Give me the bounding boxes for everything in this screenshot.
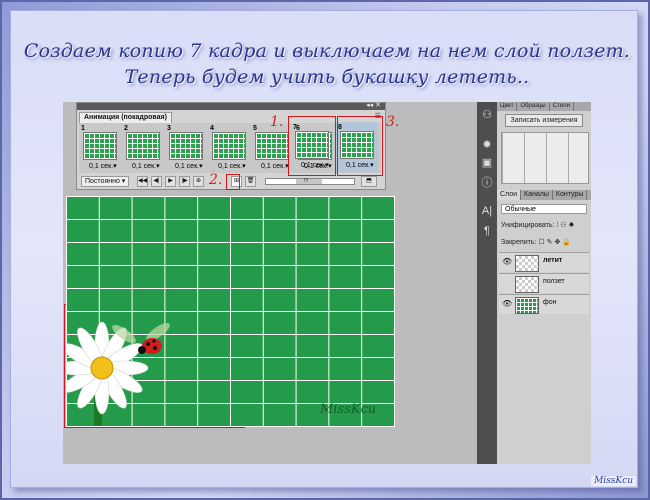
frame-number: 4 xyxy=(210,125,214,132)
animation-frame[interactable]: 5 0,1 сек.▾ xyxy=(251,123,293,173)
top-panel-tabs: Цвет Образцы Стили xyxy=(497,102,591,111)
frame-duration[interactable]: 0,1 сек.▾ xyxy=(175,162,203,170)
blend-mode-select[interactable]: Обычные xyxy=(501,204,587,214)
layer-thumbnail xyxy=(515,297,539,314)
unify-text: Унифицировать: xyxy=(501,222,555,229)
animation-frame[interactable]: 2 0,1 сек.▾ xyxy=(122,123,164,173)
animation-frame[interactable]: 1 0,1 сек.▾ xyxy=(79,123,121,173)
layer-name[interactable]: летит xyxy=(543,257,562,264)
frame-number: 3 xyxy=(167,125,171,132)
highlight-frame-7 xyxy=(288,116,336,176)
animation-frame[interactable]: 4 0,1 сек.▾ xyxy=(208,123,250,173)
unify-icons[interactable]: ⁞ ⚇ ✸ xyxy=(556,222,574,229)
tab-animation[interactable]: Анимация (покадровая) xyxy=(79,112,172,123)
loop-select[interactable]: Постоянно ▾ xyxy=(81,176,130,187)
visibility-eye-icon[interactable]: 👁 xyxy=(502,299,512,308)
visibility-eye-icon[interactable]: 👁 xyxy=(502,257,512,266)
frame-duration[interactable]: 0,1 сек.▾ xyxy=(218,162,246,170)
layer-thumbnail xyxy=(515,276,539,293)
step-marker-1: 1. xyxy=(270,114,284,130)
frame-number: 5 xyxy=(253,125,257,132)
layer-row[interactable]: 👁 фон xyxy=(499,294,589,314)
layer-row[interactable]: 👁 летит xyxy=(499,252,589,272)
frame-number: 2 xyxy=(124,125,128,132)
lock-label: Закрепить: ☐ ✎ ✥ 🔒 xyxy=(501,238,571,246)
step-marker-2: 2. xyxy=(209,172,223,188)
previous-frame-button[interactable]: ◀| xyxy=(151,176,162,187)
frame-thumbnail xyxy=(255,132,289,160)
unify-label: Унифицировать: ⁞ ⚇ ✸ xyxy=(501,221,574,229)
tab-color[interactable]: Цвет xyxy=(497,102,518,111)
tween-button[interactable]: ⊕ xyxy=(193,176,204,187)
highlight-duplicate-button xyxy=(226,174,240,190)
scroll-thumb[interactable]: !!! xyxy=(296,178,322,184)
info-icon[interactable]: ⚇ xyxy=(480,108,494,122)
author-signature: MissKcu xyxy=(591,476,636,486)
canvas-watermark: MissKcu xyxy=(320,402,377,417)
panel-collapse-icon[interactable]: ◂◂ ✕ xyxy=(366,101,381,109)
tutorial-frame: Создаем копию 7 кадра и выключаем на нем… xyxy=(0,0,650,500)
frame-duration[interactable]: 0,1 сек.▾ xyxy=(261,162,289,170)
tab-layers[interactable]: Слои xyxy=(497,190,522,200)
frame-number: 1 xyxy=(81,125,85,132)
play-button[interactable]: ▶ xyxy=(165,176,176,187)
next-frame-button[interactable]: |▶ xyxy=(179,176,190,187)
daisy-ladybug-illustration xyxy=(66,321,170,426)
paragraph-icon[interactable]: ¶ xyxy=(480,224,494,238)
layer-panel-tabs: Слои Каналы Контуры xyxy=(497,190,591,200)
headline-line-1: Создаем копию 7 кадра и выключаем на нем… xyxy=(23,40,631,62)
tool-strip: ⚇ ✸ ▣ ⓘ A| ¶ xyxy=(477,102,497,464)
headline-line-2: Теперь будем учить букашку лететь.. xyxy=(124,66,530,88)
frame-duration[interactable]: 0,1 сек.▾ xyxy=(132,162,160,170)
frame-thumbnail xyxy=(169,132,203,160)
tab-styles[interactable]: Стили xyxy=(550,102,574,111)
first-frame-button[interactable]: ◀◀ xyxy=(137,176,148,187)
lock-icons[interactable]: ☐ ✎ ✥ 🔒 xyxy=(538,239,571,246)
frame-thumbnail xyxy=(126,132,160,160)
frame-duration[interactable]: 0,1 сек.▾ xyxy=(89,162,117,170)
measurement-log xyxy=(501,132,589,184)
record-measurements-button[interactable]: Записать измерения xyxy=(505,114,583,127)
sparkle-icon[interactable]: ✸ xyxy=(480,138,494,152)
frames-scrollbar[interactable]: !!! xyxy=(265,178,355,185)
frame-thumbnail xyxy=(212,132,246,160)
tab-swatches[interactable]: Образцы xyxy=(517,102,550,111)
layer-name[interactable]: фон xyxy=(543,299,557,306)
image-icon[interactable]: ▣ xyxy=(480,156,494,170)
lock-text: Закрепить: xyxy=(501,239,537,246)
animation-frame[interactable]: 3 0,1 сек.▾ xyxy=(165,123,207,173)
tab-paths[interactable]: Контуры xyxy=(553,190,588,200)
panel-options-icon[interactable]: ⬒ xyxy=(361,176,377,187)
frame-thumbnail xyxy=(83,132,117,160)
tab-channels[interactable]: Каналы xyxy=(521,190,553,200)
delete-frame-button[interactable]: 🗑 xyxy=(245,176,256,187)
highlight-frame-8 xyxy=(337,116,383,176)
panel-titlebar[interactable]: ◂◂ ✕ xyxy=(77,101,385,110)
scroll-grip: !!! xyxy=(304,178,309,184)
layer-name[interactable]: ползет xyxy=(543,278,565,285)
text-icon[interactable]: A| xyxy=(480,204,494,218)
layer-row[interactable]: ползет xyxy=(499,273,589,293)
step-marker-3: 3. xyxy=(386,114,400,130)
right-panels: Цвет Образцы Стили Записать измерения Слои… xyxy=(497,102,591,464)
layer-thumbnail xyxy=(515,255,539,272)
info-circle-icon[interactable]: ⓘ xyxy=(480,176,494,190)
